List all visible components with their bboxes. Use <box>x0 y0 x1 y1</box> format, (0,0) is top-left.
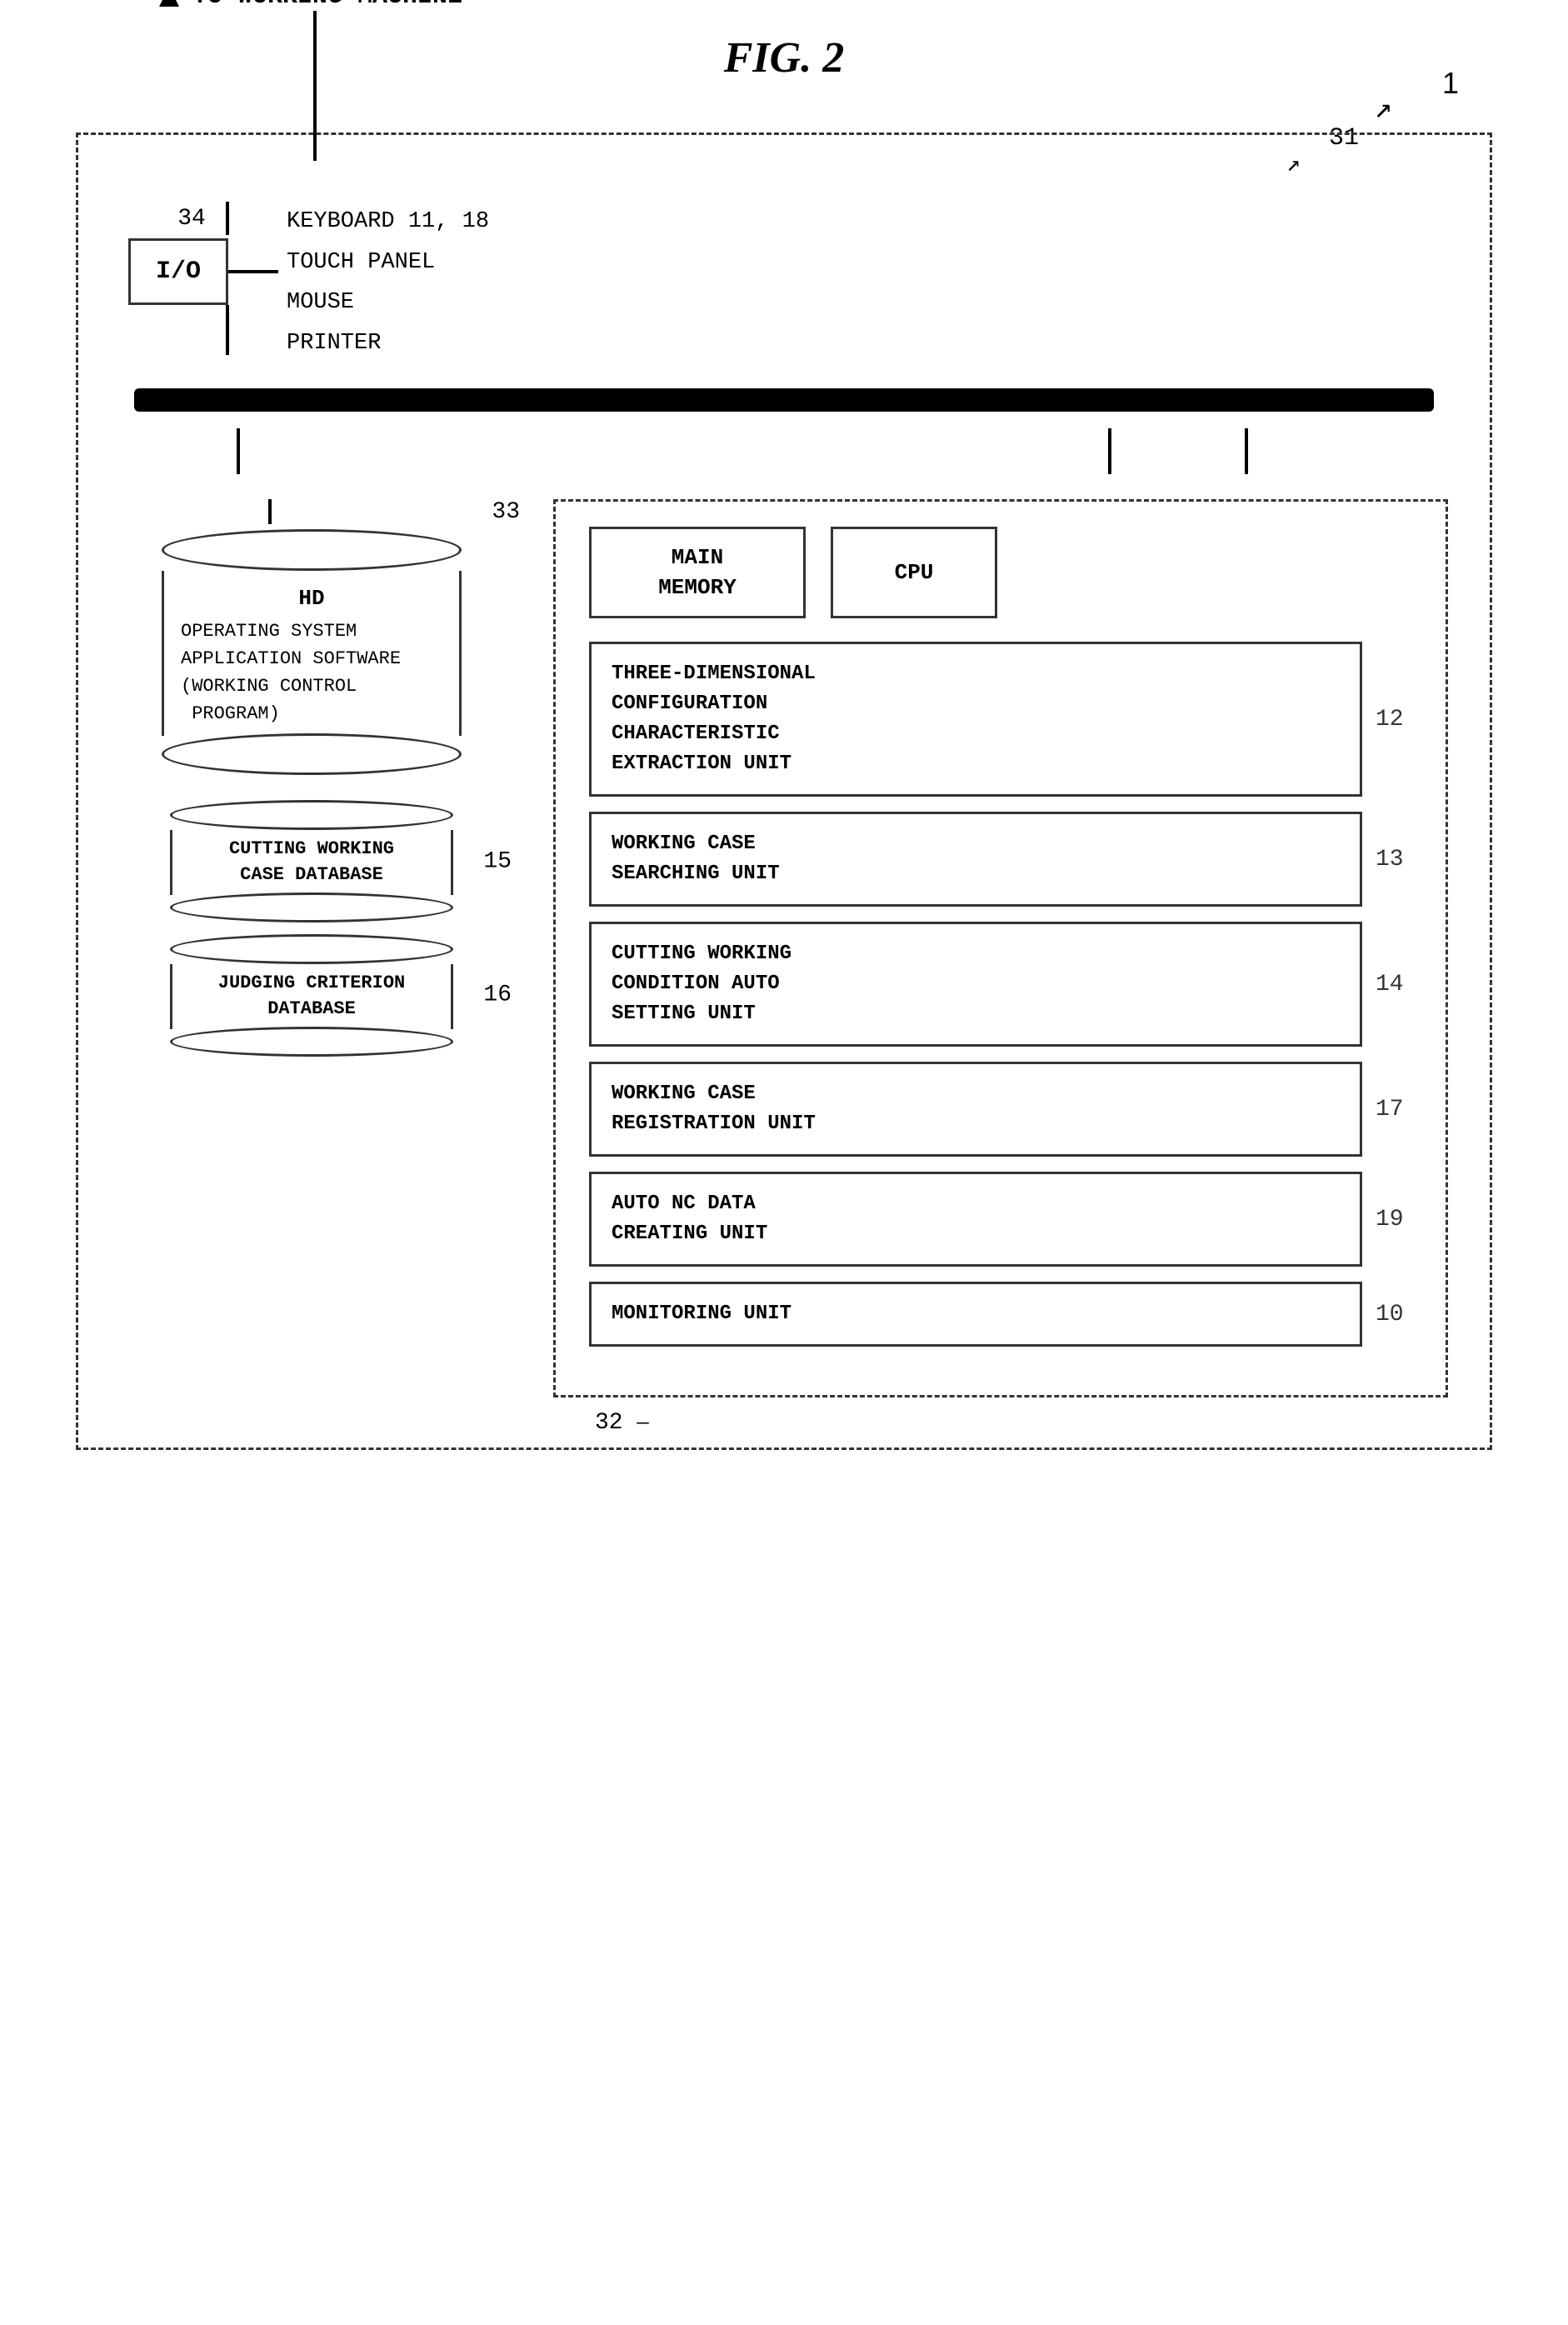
device-keyboard: KEYBOARD 11, 18 <box>287 202 489 242</box>
ref-label-34: 34 <box>177 206 206 232</box>
db1-bottom <box>170 892 453 922</box>
io-box: I/O <box>128 238 228 305</box>
to-working-machine-label: TO WORKING MACHINE <box>192 0 462 11</box>
db1-group: 15 CUTTING WORKING CASE DATABASE <box>162 800 462 922</box>
unit12-row: THREE-DIMENSIONAL CONFIGURATION CHARACTE… <box>589 642 1412 797</box>
bus-connectors <box>120 428 1448 474</box>
outer-system-box: 34 I/O KEYBOARD 11, 18 TOUCH PANEL MOUSE… <box>76 132 1492 1450</box>
unit17-box: WORKING CASE REGISTRATION UNIT <box>589 1062 1362 1157</box>
cpu-box: CPU <box>831 527 997 618</box>
ref-label-15: 15 <box>483 848 512 874</box>
db2-label: JUDGING CRITERION DATABASE <box>186 971 437 1022</box>
vline-to-mainmem <box>1108 428 1111 474</box>
cylinder-bottom <box>162 733 462 775</box>
db1-top <box>170 800 453 830</box>
unit14-box: CUTTING WORKING CONDITION AUTO SETTING U… <box>589 922 1362 1047</box>
db1-body: CUTTING WORKING CASE DATABASE <box>170 830 453 895</box>
unit13-row: WORKING CASE SEARCHING UNIT 13 <box>589 812 1412 907</box>
db2-top <box>170 934 453 964</box>
top-components: MAINMEMORY CPU <box>589 527 1412 618</box>
cpu-label: CPU <box>895 558 934 588</box>
ref-label-32: 32 — <box>595 1410 649 1436</box>
right-column: MAINMEMORY CPU THREE-DIMENSIONAL CONFIGU… <box>553 499 1448 1398</box>
db2-cylinder: JUDGING CRITERION DATABASE <box>162 934 462 1057</box>
device-mouse: MOUSE <box>287 282 489 323</box>
db2-bottom <box>170 1027 453 1057</box>
hd-software-text: OPERATING SYSTEM APPLICATION SOFTWARE (W… <box>181 618 442 728</box>
ref-label-17: 17 <box>1362 1062 1412 1157</box>
unit13-box: WORKING CASE SEARCHING UNIT <box>589 812 1362 907</box>
db1-label: CUTTING WORKING CASE DATABASE <box>186 837 437 888</box>
bus-bar-container <box>120 388 1448 412</box>
unit10-row: MONITORING UNIT 10 <box>589 1282 1412 1347</box>
io-container: 34 I/O <box>128 202 278 355</box>
unit12-box: THREE-DIMENSIONAL CONFIGURATION CHARACTE… <box>589 642 1362 797</box>
ref-label-10: 10 <box>1362 1282 1412 1347</box>
devices-list: KEYBOARD 11, 18 TOUCH PANEL MOUSE PRINTE… <box>278 202 489 363</box>
unit19-row: AUTO NC DATA CREATING UNIT 19 <box>589 1172 1412 1267</box>
main-memory-box: MAINMEMORY <box>589 527 806 618</box>
hd-label: HD <box>181 586 442 611</box>
ref-label-14: 14 <box>1362 922 1412 1047</box>
ref-label-13: 13 <box>1362 812 1412 907</box>
ref-label-16: 16 <box>483 982 512 1008</box>
hd-section: 33 HD OPERATING SYSTEM APPLICATION SOFTW… <box>120 499 503 1398</box>
bus-bar <box>134 388 1434 412</box>
main-content: 33 HD OPERATING SYSTEM APPLICATION SOFTW… <box>120 499 1448 1398</box>
db2-group: 16 JUDGING CRITERION DATABASE <box>162 934 462 1057</box>
vline-to-hd <box>237 428 240 474</box>
ref-label-12: 12 <box>1362 642 1412 797</box>
vline-to-cpu <box>1245 428 1248 474</box>
unit10-box: MONITORING UNIT <box>589 1282 1362 1347</box>
unit19-box: AUTO NC DATA CREATING UNIT <box>589 1172 1362 1267</box>
io-section: 34 I/O KEYBOARD 11, 18 TOUCH PANEL MOUSE… <box>120 202 1448 363</box>
ref-label-33: 33 <box>492 499 520 525</box>
main-memory-label: MAINMEMORY <box>658 542 737 603</box>
page-title: FIG. 2 <box>724 33 844 82</box>
arrow-up-icon <box>159 0 179 7</box>
device-touchpanel: TOUCH PANEL <box>287 242 489 283</box>
hd-cylinder: HD OPERATING SYSTEM APPLICATION SOFTWARE… <box>162 529 462 775</box>
ref-arrow-1: ↗ <box>1374 91 1392 127</box>
device-printer: PRINTER <box>287 323 489 364</box>
cylinder-body: HD OPERATING SYSTEM APPLICATION SOFTWARE… <box>162 571 462 736</box>
db-cylinders: 15 CUTTING WORKING CASE DATABASE <box>162 800 462 1064</box>
unit17-row: WORKING CASE REGISTRATION UNIT 17 <box>589 1062 1412 1157</box>
db1-cylinder: CUTTING WORKING CASE DATABASE <box>162 800 462 922</box>
io-hline <box>228 270 278 273</box>
inner-dashed-box: MAINMEMORY CPU THREE-DIMENSIONAL CONFIGU… <box>553 499 1448 1398</box>
unit14-row: CUTTING WORKING CONDITION AUTO SETTING U… <box>589 922 1412 1047</box>
db2-body: JUDGING CRITERION DATABASE <box>170 964 453 1029</box>
io-vline <box>226 305 229 355</box>
ref-label-1: 1 <box>1442 66 1459 101</box>
cylinder-top <box>162 529 462 571</box>
ref-label-19: 19 <box>1362 1172 1412 1267</box>
